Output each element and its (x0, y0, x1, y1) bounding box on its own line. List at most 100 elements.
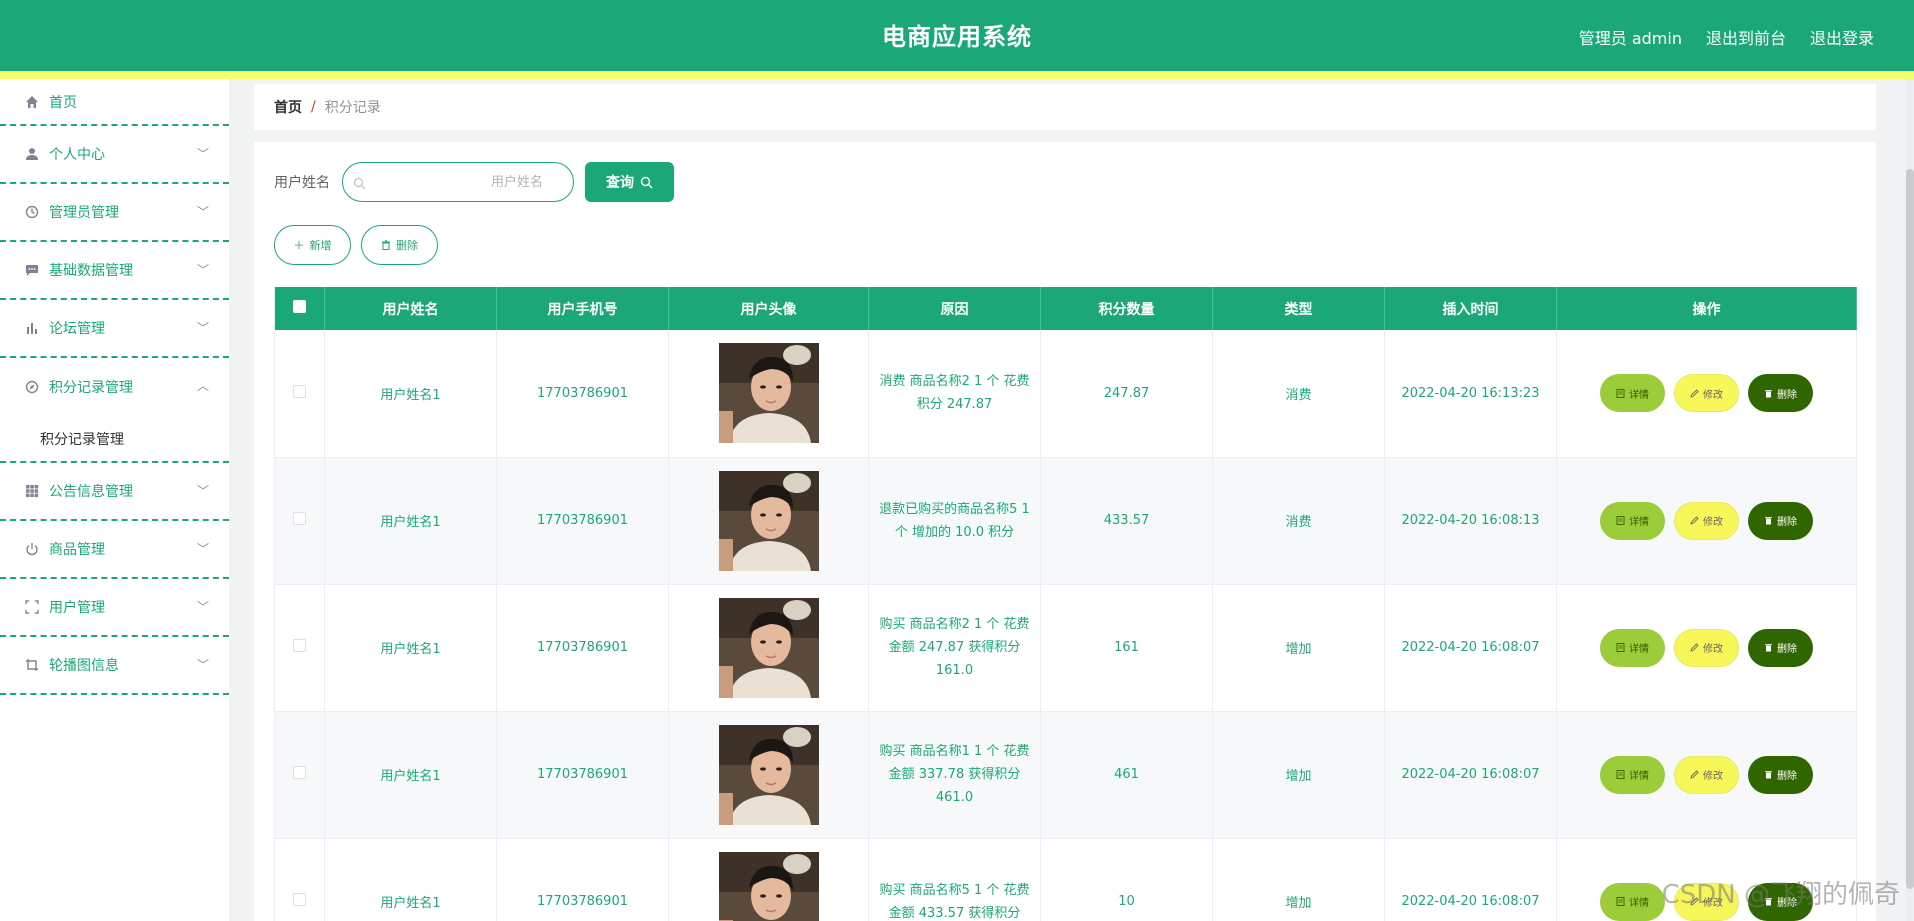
edit-button[interactable]: 修改 (1674, 628, 1739, 667)
delete-button-label: 删除 (1777, 644, 1797, 655)
header-select-all[interactable] (274, 287, 325, 330)
breadcrumb-home[interactable]: 首页 (274, 97, 302, 117)
row-select-cell[interactable] (274, 330, 325, 458)
user-avatar (718, 724, 819, 825)
sidebar-item-points-records[interactable]: 积分记录管理 ︿ (0, 358, 229, 416)
pencil-icon (1690, 770, 1699, 779)
scrollbar-thumb[interactable] (1906, 169, 1914, 889)
detail-button[interactable]: 详情 (1600, 628, 1665, 667)
row-select-cell[interactable] (274, 584, 325, 712)
cell-points: 461 (1040, 711, 1213, 839)
cell-operations: 详情 修改 删除 (1556, 457, 1857, 585)
cell-reason: 购买 商品名称2 1 个 花费金额 247.87 获得积分 161.0 (868, 584, 1041, 712)
chevron-up-icon: ︿ (196, 379, 209, 393)
fullscreen-icon (24, 599, 40, 615)
search-icon (640, 176, 653, 188)
detail-button[interactable]: 详情 (1600, 374, 1665, 413)
sidebar-item-admin-management[interactable]: 管理员管理 ﹀ (0, 184, 229, 242)
points-table: 用户姓名 用户手机号 用户头像 原因 积分数量 类型 插入时间 操作 用户姓名1… (274, 287, 1857, 921)
watermark: CSDN @飞翔的佩奇 (1661, 880, 1900, 910)
detail-button[interactable]: 详情 (1600, 755, 1665, 794)
row-select-cell[interactable] (274, 838, 325, 921)
user-avatar (718, 597, 819, 698)
sidebar-item-label: 用户管理 (49, 600, 105, 616)
column-header: 插入时间 (1384, 287, 1557, 330)
cell-operations: 详情 修改 删除 (1556, 330, 1857, 458)
search-input[interactable] (343, 163, 573, 201)
cell-insert-time: 2022-04-20 16:08:13 (1384, 457, 1557, 585)
column-header: 用户姓名 (324, 287, 497, 330)
page-scrollbar[interactable] (1906, 79, 1914, 921)
trash-icon (382, 240, 390, 250)
cell-user-avatar (668, 711, 869, 839)
detail-button[interactable]: 详情 (1600, 501, 1665, 540)
search-row: 用户姓名 查询 (274, 162, 674, 202)
row-checkbox[interactable] (293, 766, 306, 779)
chevron-down-icon: ﹀ (196, 658, 209, 672)
detail-button-label: 详情 (1629, 644, 1649, 655)
batch-delete-button[interactable]: 删除 (361, 225, 438, 265)
pencil-icon (1690, 516, 1699, 525)
cell-user-avatar (668, 457, 869, 585)
cell-insert-time: 2022-04-20 16:08:07 (1384, 838, 1557, 921)
sidebar-item-forum[interactable]: 论坛管理 ﹀ (0, 300, 229, 358)
breadcrumb: 首页 / 积分记录 (254, 84, 1876, 130)
sidebar-item-personal-center[interactable]: 个人中心 ﹀ (0, 126, 229, 184)
row-checkbox[interactable] (293, 639, 306, 652)
edit-button[interactable]: 修改 (1674, 501, 1739, 540)
sidebar-item-label: 管理员管理 (49, 205, 119, 221)
crop-icon (24, 657, 40, 673)
edit-button-label: 修改 (1703, 771, 1723, 782)
edit-button-label: 修改 (1703, 517, 1723, 528)
cell-insert-time: 2022-04-20 16:13:23 (1384, 330, 1557, 458)
row-select-cell[interactable] (274, 457, 325, 585)
pencil-icon (1690, 389, 1699, 398)
sidebar-item-notice[interactable]: 公告信息管理 ﹀ (0, 463, 229, 521)
cell-operations: 详情 修改 删除 (1556, 584, 1857, 712)
sidebar-item-label: 公告信息管理 (49, 484, 133, 500)
delete-button[interactable]: 删除 (1748, 755, 1813, 794)
cell-user-name: 用户姓名1 (324, 711, 497, 839)
delete-button[interactable]: 删除 (1748, 501, 1813, 540)
sidebar-item-basic-data[interactable]: 基础数据管理 ﹀ (0, 242, 229, 300)
edit-button[interactable]: 修改 (1674, 755, 1739, 794)
cell-points: 10 (1040, 838, 1213, 921)
sidebar-item-carousel[interactable]: 轮播图信息 ﹀ (0, 637, 229, 695)
cell-user-phone: 17703786901 (496, 838, 669, 921)
user-avatar (718, 470, 819, 571)
logout-link[interactable]: 退出登录 (1810, 25, 1874, 49)
cell-user-avatar (668, 838, 869, 921)
detail-button[interactable]: 详情 (1600, 882, 1665, 921)
row-checkbox[interactable] (293, 512, 306, 525)
cell-operations: 详情 修改 删除 (1556, 711, 1857, 839)
back-to-front-link[interactable]: 退出到前台 (1706, 25, 1786, 49)
content-card: 用户姓名 查询 ＋ 新增 删除 用户姓名 (254, 142, 1876, 921)
select-all-checkbox[interactable] (293, 300, 306, 313)
row-select-cell[interactable] (274, 711, 325, 839)
delete-button[interactable]: 删除 (1748, 374, 1813, 413)
delete-button[interactable]: 删除 (1748, 628, 1813, 667)
row-checkbox[interactable] (293, 384, 306, 398)
table-row: 用户姓名1 17703786901 购买 商品名称5 1 个 花费金额 433.… (274, 838, 1857, 921)
add-button[interactable]: ＋ 新增 (274, 225, 351, 265)
chevron-down-icon: ﹀ (196, 263, 209, 277)
edit-button[interactable]: 修改 (1674, 374, 1739, 413)
detail-button-label: 详情 (1629, 389, 1649, 401)
compass-icon (24, 379, 40, 395)
submenu-points-records[interactable]: 积分记录管理 (0, 416, 229, 463)
power-icon (24, 541, 40, 557)
sidebar-item-home[interactable]: 首页 (0, 79, 229, 126)
cell-user-name: 用户姓名1 (324, 838, 497, 921)
sidebar-item-users[interactable]: 用户管理 ﹀ (0, 579, 229, 637)
home-icon (24, 94, 40, 110)
query-button[interactable]: 查询 (585, 162, 674, 202)
column-header: 积分数量 (1040, 287, 1213, 330)
row-checkbox[interactable] (293, 893, 306, 906)
sidebar-item-products[interactable]: 商品管理 ﹀ (0, 521, 229, 579)
document-icon (1616, 516, 1625, 525)
trash-icon (1765, 771, 1772, 779)
breadcrumb-separator: / (311, 99, 316, 115)
admin-label: 管理员 admin (1578, 29, 1682, 48)
column-header: 类型 (1212, 287, 1385, 330)
query-button-label: 查询 (606, 175, 634, 191)
